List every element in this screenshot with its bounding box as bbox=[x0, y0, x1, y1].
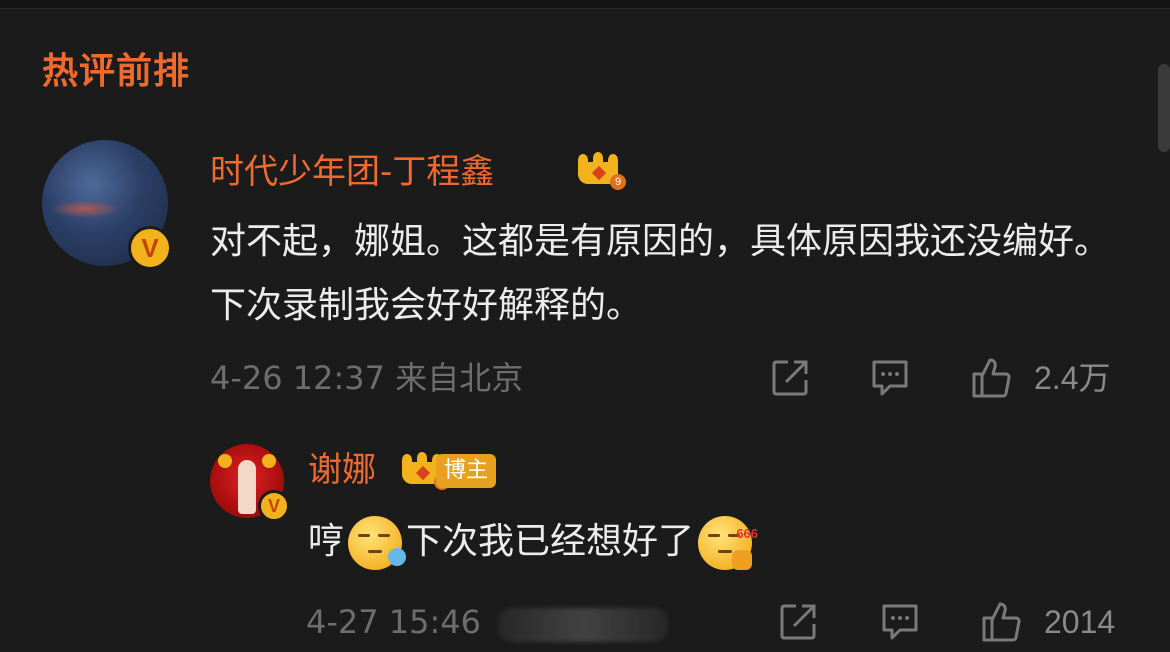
thumbs-up-icon[interactable] bbox=[970, 356, 1014, 400]
verified-v-icon: V bbox=[128, 226, 172, 270]
reply-text: 哼 下次我已经想好了 666 bbox=[308, 510, 908, 574]
section-title: 热评前排 bbox=[42, 51, 191, 92]
verified-v-icon: V bbox=[258, 490, 290, 522]
top-divider bbox=[0, 0, 1170, 9]
share-icon[interactable] bbox=[768, 356, 812, 400]
commenter-username[interactable]: 时代少年团-丁程鑫 bbox=[210, 150, 494, 194]
comment-icon[interactable] bbox=[868, 356, 912, 400]
comment-meta: 4-26 12:37 来自北京 bbox=[210, 359, 524, 397]
blogger-badge: 博主 bbox=[436, 454, 497, 488]
reply-like-count: 2014 bbox=[1044, 604, 1116, 640]
crown-level: 9 bbox=[610, 174, 626, 190]
reply-meta: 4-27 15:46 bbox=[306, 603, 482, 641]
reply-text-middle: 下次我已经想好了 bbox=[406, 521, 695, 562]
comment-icon[interactable] bbox=[878, 600, 922, 644]
reply-text-before: 哼 bbox=[308, 521, 345, 562]
replier-username[interactable]: 谢娜 bbox=[308, 448, 376, 492]
thinking-666-emoji-icon: 666 bbox=[698, 516, 758, 570]
blurred-location-mask bbox=[498, 608, 668, 642]
share-icon[interactable] bbox=[776, 600, 820, 644]
comment-like-count: 2.4万 bbox=[1034, 360, 1111, 396]
comment-text: 对不起，娜姐。这都是有原因的，具体原因我还没编好。下次录制我会好好解释的。 bbox=[210, 221, 1111, 326]
sleepy-emoji-icon bbox=[348, 516, 407, 570]
crown-icon[interactable]: 9 bbox=[574, 152, 626, 190]
thumbs-up-icon[interactable] bbox=[980, 600, 1024, 644]
scrollbar-thumb[interactable] bbox=[1158, 64, 1170, 152]
